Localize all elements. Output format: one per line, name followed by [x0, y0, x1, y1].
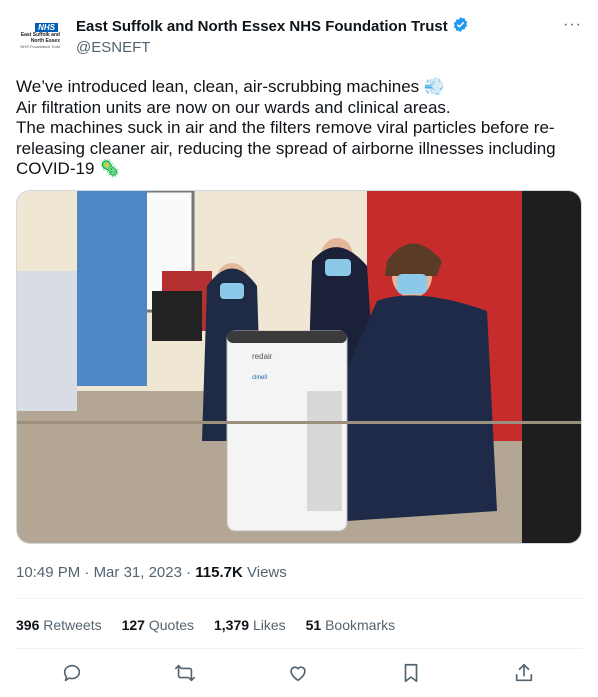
bookmark-icon[interactable] — [400, 662, 424, 686]
divider — [16, 598, 582, 599]
verified-badge-icon[interactable] — [452, 16, 469, 37]
likes-stat[interactable]: 1,379 Likes — [214, 617, 286, 633]
tweet-header: NHS East Suffolk and North Essex NHS Fou… — [16, 12, 582, 60]
device-sublabel: clinell — [252, 375, 267, 381]
retweets-label: Retweets — [43, 617, 102, 633]
tweet-time[interactable]: 10:49 PM — [16, 564, 80, 581]
bookmarks-stat[interactable]: 51 Bookmarks — [306, 617, 396, 633]
meta-separator: · — [181, 564, 196, 581]
quotes-label: Quotes — [148, 617, 194, 633]
divider — [16, 648, 582, 649]
tweet-photo[interactable]: redair clinell — [16, 190, 582, 544]
handle[interactable]: @ESNEFT — [76, 39, 469, 56]
likes-label: Likes — [252, 617, 286, 633]
meta-separator: · — [80, 564, 94, 581]
account-names: East Suffolk and North Essex NHS Foundat… — [76, 16, 469, 56]
quotes-stat[interactable]: 127 Quotes — [122, 617, 194, 633]
device-brand-label: redair — [252, 352, 273, 361]
tweet-line-2: Air filtration units are now on our ward… — [16, 97, 451, 117]
retweet-icon[interactable] — [174, 662, 198, 686]
display-name-row: East Suffolk and North Essex NHS Foundat… — [76, 16, 469, 37]
tweet-line-1: We’ve introduced lean, clean, air-scrubb… — [16, 77, 446, 96]
more-options-icon[interactable]: ··· — [563, 16, 582, 34]
view-count: 115.7K — [195, 564, 243, 581]
share-icon[interactable] — [513, 662, 537, 686]
nhs-logo: NHS — [35, 23, 58, 32]
retweets-count: 396 — [16, 617, 40, 633]
tweet-stats: 396 Retweets 127 Quotes 1,379 Likes 51 B… — [16, 617, 395, 633]
likes-count: 1,379 — [214, 617, 250, 633]
quotes-count: 127 — [121, 617, 145, 633]
views-label: Views — [242, 564, 287, 581]
action-bar — [16, 660, 582, 690]
photo-illustration: redair clinell — [17, 191, 581, 543]
avatar-text-line3: NHS Foundation Trust — [20, 44, 60, 49]
tweet-text: We’ve introduced lean, clean, air-scrubb… — [16, 77, 576, 180]
bookmarks-label: Bookmarks — [325, 617, 396, 633]
reply-icon[interactable] — [61, 662, 85, 686]
like-icon[interactable] — [287, 662, 311, 686]
tweet-meta: 10:49 PM · Mar 31, 2023 · 115.7K Views — [16, 564, 287, 581]
tweet: NHS East Suffolk and North Essex NHS Fou… — [0, 0, 598, 697]
retweets-stat[interactable]: 396 Retweets — [16, 617, 102, 633]
tweet-date[interactable]: Mar 31, 2023 — [94, 564, 182, 581]
tweet-line-3: The machines suck in air and the filters… — [16, 118, 556, 178]
avatar[interactable]: NHS East Suffolk and North Essex NHS Fou… — [16, 12, 64, 60]
display-name[interactable]: East Suffolk and North Essex NHS Foundat… — [76, 18, 448, 35]
bookmarks-count: 51 — [305, 617, 322, 633]
